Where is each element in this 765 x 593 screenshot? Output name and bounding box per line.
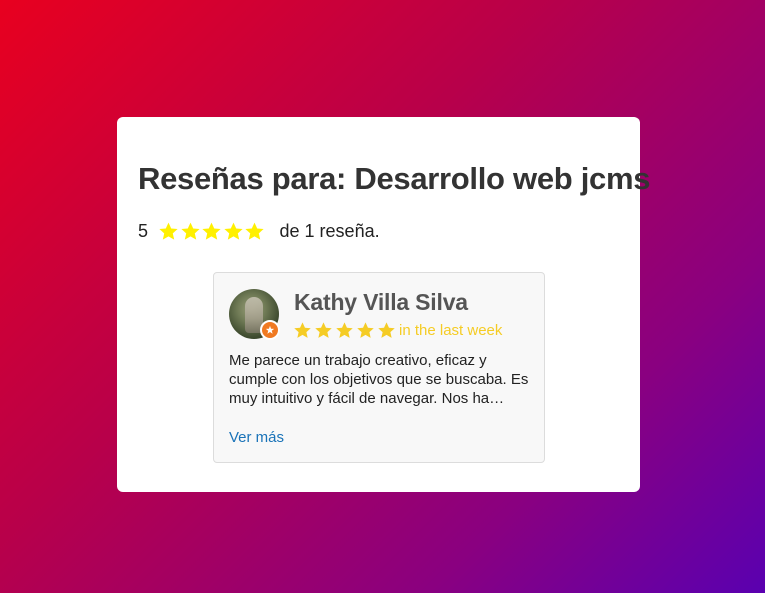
star-icon bbox=[294, 322, 311, 338]
reviews-card: Reseñas para: Desarrollo web jcms 5 de 1… bbox=[117, 117, 650, 492]
average-score: 5 bbox=[138, 220, 149, 241]
star-icon bbox=[180, 222, 200, 240]
star-icon bbox=[315, 322, 332, 338]
reviews-title: Reseñas para: Desarrollo web jcms bbox=[138, 161, 651, 196]
review-rating: in the last week bbox=[293, 321, 502, 340]
star-icon bbox=[245, 222, 264, 240]
review-count: de 1 reseña. bbox=[279, 220, 380, 241]
reviewer-name[interactable]: Kathy Villa Silva bbox=[294, 289, 468, 316]
avatar[interactable] bbox=[229, 289, 280, 340]
review-text: Me parece un trabajo creativo, eficaz y … bbox=[229, 352, 529, 407]
star-icon bbox=[336, 322, 353, 338]
review-card: Kathy Villa Silva in the last week Me pa… bbox=[213, 272, 545, 463]
star-icon bbox=[357, 322, 374, 338]
review-stars bbox=[293, 321, 398, 340]
star-icon bbox=[223, 222, 243, 240]
review-date: in the last week bbox=[399, 322, 503, 339]
star-icon bbox=[202, 222, 221, 240]
summary-stars bbox=[158, 221, 266, 242]
star-icon bbox=[159, 222, 178, 240]
read-more-link[interactable]: Ver más bbox=[229, 429, 284, 446]
star-icon bbox=[378, 322, 395, 338]
local-guide-star-icon bbox=[260, 320, 280, 340]
rating-summary: 5 de 1 reseña. bbox=[138, 219, 380, 243]
